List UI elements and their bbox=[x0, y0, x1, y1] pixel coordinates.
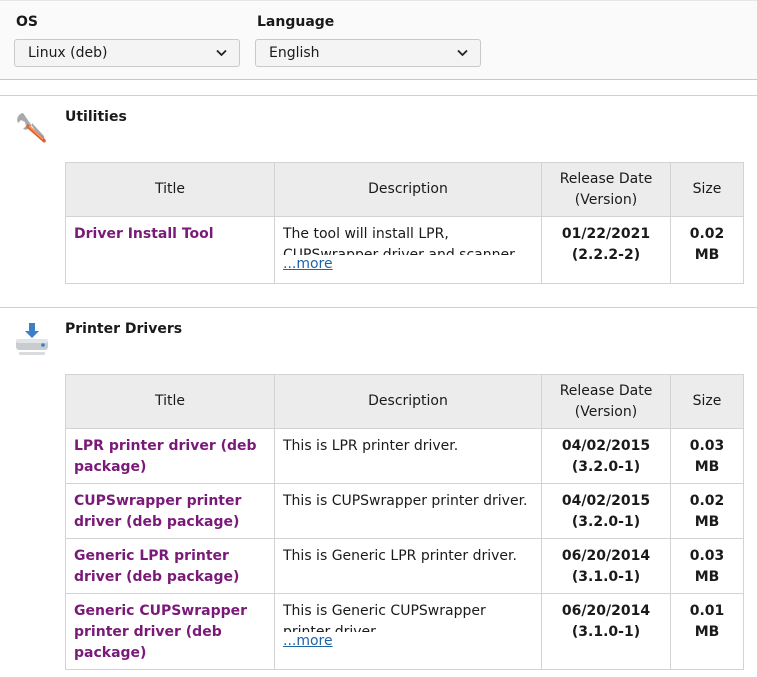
language-label: Language bbox=[257, 14, 335, 30]
column-header-title: Title bbox=[65, 162, 275, 217]
driver-description: This is Generic CUPSwrapper printer driv… bbox=[283, 603, 486, 632]
file-size: 0.03 MB bbox=[670, 428, 744, 484]
file-size: 0.01 MB bbox=[670, 593, 744, 670]
file-size: 0.02 MB bbox=[670, 216, 744, 284]
column-header-size: Size bbox=[670, 162, 744, 217]
utilities-table: Title Description Release Date (Version)… bbox=[65, 162, 744, 284]
printer-drivers-table: Title Description Release Date (Version)… bbox=[65, 374, 744, 670]
driver-description: The tool will install LPR, CUPSwrapper d… bbox=[283, 226, 515, 255]
column-header-size: Size bbox=[670, 374, 744, 429]
column-header-description: Description bbox=[274, 162, 542, 217]
driver-title-link[interactable]: CUPSwrapper printer driver (deb package) bbox=[74, 493, 241, 530]
os-select-value: Linux (deb) bbox=[28, 45, 108, 61]
language-select-value: English bbox=[269, 45, 320, 61]
more-link[interactable]: ...more bbox=[283, 256, 533, 273]
wrench-icon bbox=[17, 113, 46, 143]
filter-bar: OS Linux (deb) Language English bbox=[0, 0, 757, 80]
release-version: (3.1.0-1) bbox=[571, 569, 641, 585]
table-header-row: Title Description Release Date (Version)… bbox=[65, 162, 744, 217]
release-version: (3.2.0-1) bbox=[571, 514, 641, 530]
os-label: OS bbox=[16, 14, 38, 30]
column-header-description: Description bbox=[274, 374, 542, 429]
driver-title-link[interactable]: Driver Install Tool bbox=[74, 226, 214, 242]
table-row: Generic CUPSwrapper printer driver (deb … bbox=[65, 593, 744, 670]
driver-title-link[interactable]: Generic CUPSwrapper printer driver (deb … bbox=[74, 603, 247, 661]
table-row: Driver Install Tool The tool will instal… bbox=[65, 216, 744, 284]
release-version: (2.2.2-2) bbox=[571, 247, 641, 263]
download-printer-icon bbox=[16, 323, 48, 355]
column-header-release: Release Date (Version) bbox=[541, 374, 671, 429]
release-date: 04/02/2015 bbox=[561, 493, 651, 509]
section-title-utilities: Utilities bbox=[65, 109, 127, 125]
release-version: (3.2.0-1) bbox=[571, 459, 641, 475]
language-select[interactable]: English bbox=[255, 39, 481, 67]
section-title-printer-drivers: Printer Drivers bbox=[65, 321, 183, 337]
release-date: 04/02/2015 bbox=[561, 438, 651, 454]
driver-title-link[interactable]: LPR printer driver (deb package) bbox=[74, 438, 257, 475]
release-date: 06/20/2014 bbox=[561, 548, 651, 564]
driver-description: This is Generic LPR printer driver. bbox=[274, 538, 542, 594]
driver-title-link[interactable]: Generic LPR printer driver (deb package) bbox=[74, 548, 239, 585]
release-date: 01/22/2021 bbox=[561, 226, 651, 242]
release-version: (3.1.0-1) bbox=[571, 624, 641, 640]
driver-description: This is CUPSwrapper printer driver. bbox=[274, 483, 542, 539]
table-header-row: Title Description Release Date (Version)… bbox=[65, 374, 744, 429]
table-row: LPR printer driver (deb package) This is… bbox=[65, 428, 744, 484]
chevron-down-icon bbox=[216, 49, 227, 57]
driver-description: This is LPR printer driver. bbox=[274, 428, 542, 484]
section-divider bbox=[0, 95, 757, 96]
table-row: CUPSwrapper printer driver (deb package)… bbox=[65, 483, 744, 539]
table-row: Generic LPR printer driver (deb package)… bbox=[65, 538, 744, 594]
file-size: 0.03 MB bbox=[670, 538, 744, 594]
release-date: 06/20/2014 bbox=[561, 603, 651, 619]
os-select[interactable]: Linux (deb) bbox=[14, 39, 240, 67]
file-size: 0.02 MB bbox=[670, 483, 744, 539]
column-header-release: Release Date (Version) bbox=[541, 162, 671, 217]
section-divider bbox=[0, 307, 757, 308]
chevron-down-icon bbox=[457, 49, 468, 57]
column-header-title: Title bbox=[65, 374, 275, 429]
more-link[interactable]: ...more bbox=[283, 633, 533, 650]
